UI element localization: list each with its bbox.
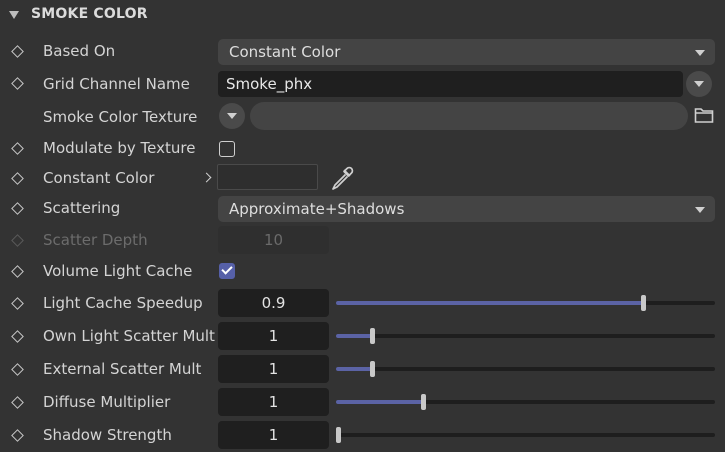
slider-handle[interactable] <box>369 328 375 344</box>
keyframe-diamond-icon[interactable] <box>11 396 24 409</box>
keyframe-diamond-icon <box>11 234 24 247</box>
diffuse-multiplier-value: 1 <box>268 393 279 411</box>
color-texture-label: Smoke Color Texture <box>43 108 198 126</box>
keyframe-diamond-icon[interactable] <box>11 142 24 155</box>
slider-handle[interactable] <box>641 295 647 311</box>
row-volume-light-cache: Volume Light Cache <box>0 256 725 288</box>
slider-track <box>336 433 715 437</box>
keyframe-diamond-icon[interactable] <box>11 77 24 90</box>
based-on-value: Constant Color <box>229 43 341 61</box>
folder-icon[interactable] <box>694 106 714 124</box>
light-cache-speedup-field[interactable]: 0.9 <box>218 289 329 317</box>
chevron-right-icon[interactable] <box>201 172 212 183</box>
shadow-strength-slider[interactable] <box>336 421 715 449</box>
own-light-scatter-label: Own Light Scatter Mult <box>43 327 215 345</box>
external-scatter-field[interactable]: 1 <box>218 355 329 383</box>
keyframe-diamond-icon[interactable] <box>11 429 24 442</box>
collapse-triangle-icon[interactable] <box>9 11 19 19</box>
slider-track <box>336 334 715 338</box>
chevron-down-icon <box>227 113 237 119</box>
row-constant-color: Constant Color <box>0 163 725 195</box>
own-light-scatter-field[interactable]: 1 <box>218 322 329 350</box>
keyframe-diamond-icon[interactable] <box>11 45 24 58</box>
slider-handle[interactable] <box>420 394 426 410</box>
eyedropper-icon[interactable] <box>329 165 355 191</box>
row-light-cache-speedup: Light Cache Speedup 0.9 <box>0 288 725 320</box>
slider-track <box>336 367 715 371</box>
slider-fill <box>336 301 644 305</box>
slider-fill <box>336 367 372 371</box>
texture-menu-button[interactable] <box>219 103 245 129</box>
scattering-dropdown[interactable]: Approximate+Shadows <box>218 196 715 222</box>
slider-handle[interactable] <box>369 361 375 377</box>
external-scatter-label: External Scatter Mult <box>43 360 202 378</box>
row-color-texture: Smoke Color Texture <box>0 100 725 132</box>
scattering-label: Scattering <box>43 199 121 217</box>
modulate-label: Modulate by Texture <box>43 139 196 157</box>
diffuse-multiplier-slider[interactable] <box>336 388 715 416</box>
constant-color-label: Constant Color <box>43 169 155 187</box>
shadow-strength-value: 1 <box>268 426 279 444</box>
color-swatch[interactable] <box>217 164 318 190</box>
row-based-on: Based On Constant Color <box>0 36 725 68</box>
section-header[interactable]: SMOKE COLOR <box>0 0 725 32</box>
light-cache-speedup-slider[interactable] <box>336 289 715 317</box>
own-light-scatter-value: 1 <box>268 327 279 345</box>
keyframe-diamond-icon[interactable] <box>11 330 24 343</box>
scatter-depth-label: Scatter Depth <box>43 231 148 249</box>
scatter-depth-value: 10 <box>263 231 284 249</box>
row-scattering: Scattering Approximate+Shadows <box>0 193 725 225</box>
scatter-depth-field: 10 <box>218 226 329 254</box>
grid-channel-value: Smoke_phx <box>226 75 313 93</box>
row-own-light-scatter: Own Light Scatter Mult 1 <box>0 321 725 353</box>
chevron-down-icon <box>694 81 704 87</box>
keyframe-diamond-icon[interactable] <box>11 202 24 215</box>
grid-channel-label: Grid Channel Name <box>43 75 190 93</box>
grid-channel-dropdown-button[interactable] <box>686 71 712 97</box>
diffuse-multiplier-label: Diffuse Multiplier <box>43 393 171 411</box>
row-diffuse-multiplier: Diffuse Multiplier 1 <box>0 387 725 419</box>
slider-handle[interactable] <box>336 427 341 443</box>
keyframe-diamond-icon[interactable] <box>11 363 24 376</box>
slider-fill <box>336 334 372 338</box>
volume-light-cache-label: Volume Light Cache <box>43 262 193 280</box>
row-shadow-strength: Shadow Strength 1 <box>0 420 725 452</box>
shadow-strength-label: Shadow Strength <box>43 426 172 444</box>
row-external-scatter: External Scatter Mult 1 <box>0 354 725 386</box>
chevron-down-icon <box>695 50 705 56</box>
shadow-strength-field[interactable]: 1 <box>218 421 329 449</box>
volume-light-cache-checkbox[interactable] <box>219 263 235 279</box>
keyframe-diamond-icon[interactable] <box>11 297 24 310</box>
external-scatter-value: 1 <box>268 360 279 378</box>
grid-channel-field[interactable]: Smoke_phx <box>218 71 683 97</box>
keyframe-diamond-icon[interactable] <box>11 265 24 278</box>
slider-fill <box>336 400 423 404</box>
texture-slot[interactable] <box>250 102 688 130</box>
own-light-scatter-slider[interactable] <box>336 322 715 350</box>
row-grid-channel: Grid Channel Name Smoke_phx <box>0 68 725 100</box>
keyframe-diamond-icon[interactable] <box>11 172 24 185</box>
row-modulate: Modulate by Texture <box>0 132 725 164</box>
based-on-dropdown[interactable]: Constant Color <box>218 39 715 65</box>
based-on-label: Based On <box>43 42 116 60</box>
modulate-checkbox[interactable] <box>219 141 235 157</box>
light-cache-speedup-value: 0.9 <box>261 294 286 312</box>
scattering-value: Approximate+Shadows <box>229 200 405 218</box>
section-title: SMOKE COLOR <box>31 6 148 22</box>
external-scatter-slider[interactable] <box>336 355 715 383</box>
chevron-down-icon <box>695 207 705 213</box>
row-scatter-depth: Scatter Depth 10 <box>0 225 725 257</box>
diffuse-multiplier-field[interactable]: 1 <box>218 388 329 416</box>
light-cache-speedup-label: Light Cache Speedup <box>43 294 203 312</box>
